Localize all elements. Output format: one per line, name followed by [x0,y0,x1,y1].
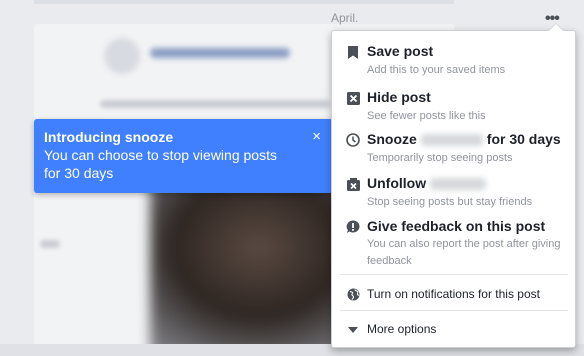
menu-item-subtitle: You can also report the post after givin… [367,238,561,267]
unfollow-icon [346,177,360,191]
post-options-menu: Save post Add this to your saved items H… [331,23,576,348]
menu-item-subtitle: Add this to your saved items [367,64,506,76]
menu-item-hide-post[interactable]: Hide post See fewer posts like this [332,86,575,124]
tooltip-body: You can choose to stop viewing posts for… [44,147,277,181]
menu-item-snooze[interactable]: Snooze for 30 days Temporarily stop seein… [332,129,575,167]
feedback-icon [346,220,360,234]
globe-icon [346,287,360,301]
menu-item-save-post[interactable]: Save post Add this to your saved items [332,41,575,79]
menu-item-unfollow[interactable]: Unfollow Stop seeing posts but stay frie… [332,172,575,210]
menu-item-title: Hide post [367,89,431,105]
clock-icon [346,133,360,147]
bookmark-icon [346,45,360,59]
tooltip-title: Introducing snooze [44,129,174,145]
menu-item-subtitle: See fewer posts like this [367,110,486,122]
menu-item-title: Unfollow [367,175,490,191]
post-date: April. [331,11,359,25]
caret-down-icon [346,323,360,337]
menu-item-turn-on-notifications[interactable]: Turn on notifications for this post [332,283,575,307]
redacted-name [420,134,483,147]
menu-item-title: Snooze for 30 days [367,131,561,147]
close-icon[interactable]: × [312,128,321,145]
menu-item-subtitle: Temporarily stop seeing posts [367,152,513,164]
menu-divider [340,310,568,311]
menu-item-title: Give feedback on this post [367,218,546,234]
menu-item-subtitle: Stop seeing posts but stay friends [367,196,533,208]
menu-item-give-feedback[interactable]: Give feedback on this post You can also … [332,216,575,267]
menu-item-label: Turn on notifications for this post [367,287,540,301]
menu-item-title: Save post [367,43,434,59]
avatar [104,38,140,74]
menu-divider [340,274,568,275]
redacted-name [430,178,487,191]
menu-item-label: More options [367,322,437,336]
menu-item-more-options[interactable]: More options [332,318,575,342]
hide-icon [346,91,360,105]
snooze-tooltip: Introducing snooze You can choose to sto… [34,119,341,193]
